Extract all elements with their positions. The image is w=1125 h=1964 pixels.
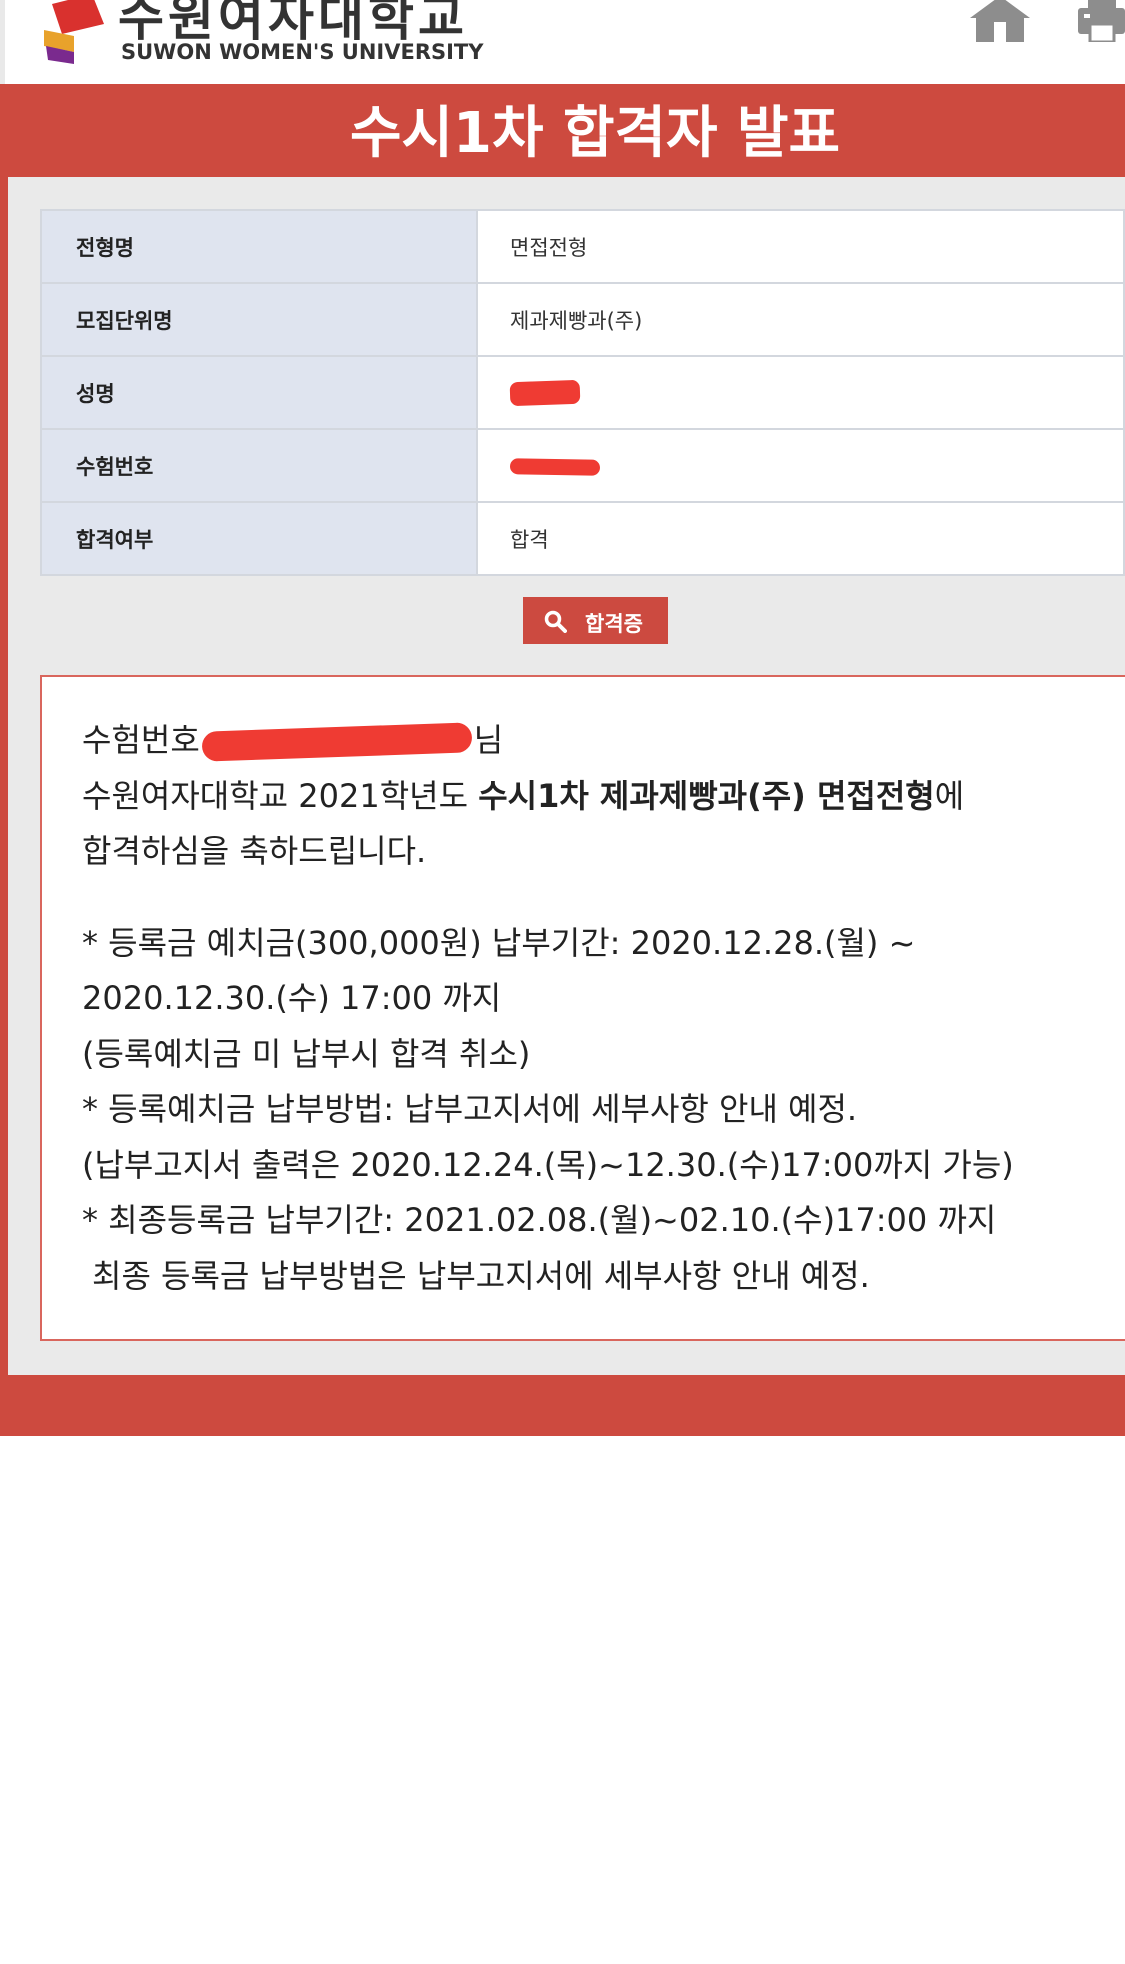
notice-greeting-prefix: 수험번호 — [82, 721, 200, 759]
certificate-button-label: 합격증 — [585, 612, 643, 636]
row-value-exam-number — [476, 428, 1125, 503]
redaction-mark — [509, 457, 601, 476]
notice-detail-line: * 등록금 예치금(300,000원) 납부기간: 2020.12.28.(월)… — [82, 923, 916, 962]
notice-detail-line: * 등록예치금 납부방법: 납부고지서에 세부사항 안내 예정. — [82, 1090, 858, 1128]
site-header: 수원여자대학교 SUWON WOMEN'S UNIVERSITY — [0, 0, 1125, 84]
acceptance-notice: 수험번호 님 수원여자대학교 2021학년도 수시1차 제과제빵과(주) 면접전형… — [40, 675, 1125, 1341]
table-row: 모집단위명 제과제빵과(주) — [40, 282, 1125, 357]
row-label-screening-type: 전형명 — [40, 209, 478, 284]
row-label-department: 모집단위명 — [40, 282, 478, 357]
notice-detail-line: * 최종등록금 납부기간: 2021.02.08.(월)~02.10.(수)17… — [82, 1201, 997, 1239]
table-row: 성명 — [40, 355, 1125, 430]
row-value-screening-type: 면접전형 — [476, 209, 1125, 284]
page-title: 수시1차 합격자 발표 — [349, 101, 841, 166]
notice-program-text: 수시1차 제과제빵과(주) 면접전형 — [478, 776, 935, 815]
certificate-button[interactable]: 합격증 — [523, 597, 668, 644]
logo-english-text: SUWON WOMEN'S UNIVERSITY — [121, 40, 484, 64]
notice-greeting-suffix: 님 — [473, 721, 504, 759]
search-icon — [544, 610, 567, 633]
row-label-result: 합격여부 — [40, 501, 478, 576]
home-icon[interactable] — [970, 0, 1030, 42]
result-info-table: 전형명 면접전형 모집단위명 제과제빵과(주) 성명 수험번호 합격여부 합격 — [40, 209, 1125, 576]
print-icon[interactable] — [1078, 0, 1125, 42]
notice-detail-line: 최종 등록금 납부방법은 납부고지서에 세부사항 안내 예정. — [92, 1256, 870, 1295]
redaction-mark — [201, 722, 473, 762]
notice-detail-line: (등록예치금 미 납부시 합격 취소) — [82, 1034, 531, 1073]
row-value-name — [476, 355, 1125, 430]
notice-particle-text: 에 — [934, 776, 965, 815]
header-edge — [0, 0, 5, 84]
redaction-mark — [509, 379, 581, 407]
notice-text: 수험번호 님 수원여자대학교 2021학년도 수시1차 제과제빵과(주) 면접전형… — [82, 713, 1014, 1304]
notice-greeting-line: 수험번호 님 — [82, 713, 1014, 769]
notice-detail-line: 2020.12.30.(수) 17:00 까지 — [82, 979, 502, 1017]
row-label-name: 성명 — [40, 355, 478, 430]
university-logo-icon[interactable] — [44, 0, 104, 66]
table-row: 전형명 면접전형 — [40, 209, 1125, 284]
notice-detail-line: (납부고지서 출력은 2020.12.24.(목)~12.30.(수)17:00… — [82, 1145, 1014, 1184]
table-row: 합격여부 합격 — [40, 501, 1125, 576]
row-value-department: 제과제빵과(주) — [476, 282, 1125, 357]
notice-congrats-line: 수원여자대학교 2021학년도 수시1차 제과제빵과(주) 면접전형에 — [82, 769, 1014, 825]
notice-congrats-end: 합격하심을 축하드립니다. — [82, 832, 427, 870]
row-value-result: 합격 — [476, 501, 1125, 576]
notice-school-text: 수원여자대학교 2021학년도 — [82, 776, 479, 815]
row-label-exam-number: 수험번호 — [40, 428, 478, 503]
table-row: 수험번호 — [40, 428, 1125, 503]
